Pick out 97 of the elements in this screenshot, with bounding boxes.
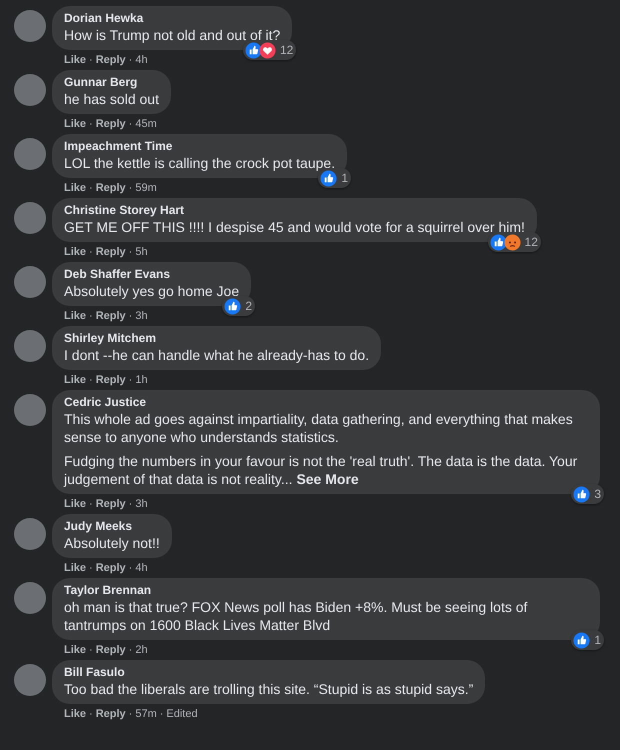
avatar[interactable]	[14, 518, 46, 550]
separator-dot: ·	[128, 245, 132, 259]
timestamp: 4h	[135, 53, 148, 67]
separator-dot: ·	[128, 707, 132, 721]
avatar[interactable]	[14, 664, 46, 696]
reply-link[interactable]: Reply	[96, 117, 126, 131]
like-link[interactable]: Like	[64, 309, 86, 323]
reaction-count: 3	[594, 486, 601, 503]
avatar[interactable]	[14, 10, 46, 42]
separator-dot: ·	[128, 309, 132, 323]
like-link[interactable]: Like	[64, 181, 86, 195]
timestamp: 1h	[135, 373, 148, 387]
separator-dot: ·	[128, 561, 132, 575]
separator-dot: ·	[89, 53, 93, 67]
timestamp: 57m	[135, 707, 157, 721]
thumbs-up-icon	[320, 170, 338, 186]
author-name[interactable]: Deb Shaffer Evans	[64, 267, 240, 282]
author-name[interactable]: Judy Meeks	[64, 519, 160, 534]
like-link[interactable]: Like	[64, 707, 86, 721]
like-link[interactable]: Like	[64, 643, 86, 657]
author-name[interactable]: Bill Fasulo	[64, 665, 474, 680]
separator-dot: ·	[89, 643, 93, 657]
author-name[interactable]: Taylor Brennan	[64, 583, 588, 598]
comment-text: he has sold out	[64, 90, 159, 108]
like-link[interactable]: Like	[64, 497, 86, 511]
like-link[interactable]: Like	[64, 117, 86, 131]
reaction-count: 1	[594, 632, 601, 649]
like-link[interactable]: Like	[64, 53, 86, 67]
reaction-badge[interactable]: 3	[571, 484, 604, 504]
comment-text: Too bad the liberals are trolling this site. “Stupid is as stupid says.”	[64, 680, 474, 698]
avatar[interactable]	[14, 74, 46, 106]
separator-dot: ·	[128, 181, 132, 195]
avatar[interactable]	[14, 582, 46, 614]
reply-link[interactable]: Reply	[96, 53, 126, 67]
thumbs-up-icon	[224, 298, 242, 314]
author-name[interactable]: Impeachment Time	[64, 139, 336, 154]
reply-link[interactable]: Reply	[96, 643, 126, 657]
separator-dot: ·	[89, 117, 93, 131]
author-name[interactable]: Christine Storey Hart	[64, 203, 525, 218]
reaction-badge[interactable]: 2	[222, 296, 256, 316]
reply-link[interactable]: Reply	[96, 497, 126, 511]
separator-dot: ·	[89, 309, 93, 323]
reply-link[interactable]: Reply	[96, 309, 126, 323]
thumbs-up-icon	[573, 632, 590, 648]
separator-dot: ·	[128, 643, 132, 657]
reply-link[interactable]: Reply	[96, 245, 126, 259]
separator-dot: ·	[128, 53, 132, 67]
timestamp: 3h	[135, 309, 148, 323]
like-link[interactable]: Like	[64, 373, 86, 387]
reply-link[interactable]: Reply	[96, 707, 126, 721]
comment-text: This whole ad goes against impartiality, data gathering, and everything that makes sense to anyone who understands statistics.	[64, 410, 574, 446]
avatar[interactable]	[14, 266, 46, 298]
reaction-count: 12	[280, 42, 294, 59]
timestamp: 45m	[135, 117, 157, 131]
separator-dot: ·	[128, 117, 132, 131]
separator-dot: ·	[160, 707, 164, 721]
timestamp: 59m	[135, 181, 157, 195]
separator-dot: ·	[89, 373, 93, 387]
thumbs-up-icon	[244, 42, 262, 58]
separator-dot: ·	[128, 497, 132, 511]
angry-face-icon	[504, 234, 521, 250]
reply-link[interactable]: Reply	[96, 561, 126, 575]
separator-dot: ·	[89, 497, 93, 511]
thumbs-up-icon	[573, 486, 590, 502]
reply-link[interactable]: Reply	[96, 373, 126, 387]
avatar[interactable]	[14, 330, 46, 362]
comment-text: oh man is that true? FOX News poll has Biden +8%. Must be seeing lots of tantrumps on 1600 Black Lives Matter Blvd	[64, 598, 528, 634]
reaction-badge[interactable]: 12	[242, 40, 296, 60]
separator-dot: ·	[89, 181, 93, 195]
avatar[interactable]	[14, 138, 46, 170]
comment-text: Absolutely not!!	[64, 534, 160, 552]
reply-link[interactable]: Reply	[96, 181, 126, 195]
reaction-count: 1	[341, 170, 348, 187]
author-name[interactable]: Cedric Justice	[64, 395, 588, 410]
timestamp: 5h	[135, 245, 148, 259]
author-name[interactable]: Gunnar Berg	[64, 75, 159, 90]
like-link[interactable]: Like	[64, 245, 86, 259]
reaction-badge[interactable]: 12	[488, 232, 541, 252]
avatar[interactable]	[14, 202, 46, 234]
separator-dot: ·	[89, 561, 93, 575]
like-link[interactable]: Like	[64, 561, 86, 575]
author-name[interactable]: Shirley Mitchem	[64, 331, 370, 346]
thumbs-up-icon	[490, 234, 507, 250]
author-name[interactable]: Dorian Hewka	[64, 11, 280, 26]
avatar[interactable]	[14, 394, 46, 426]
timestamp: 4h	[135, 561, 148, 575]
edited-label: Edited	[166, 707, 198, 721]
reaction-badge[interactable]: 1	[571, 630, 604, 650]
timestamp: 3h	[135, 497, 148, 511]
comment-text: I dont --he can handle what he already-has to do.	[64, 346, 370, 364]
reaction-badge[interactable]: 1	[318, 168, 352, 188]
reaction-count: 12	[524, 234, 538, 251]
separator-dot: ·	[89, 707, 93, 721]
separator-dot: ·	[89, 245, 93, 259]
timestamp: 2h	[135, 643, 148, 657]
separator-dot: ·	[128, 373, 132, 387]
reaction-count: 2	[245, 298, 252, 315]
